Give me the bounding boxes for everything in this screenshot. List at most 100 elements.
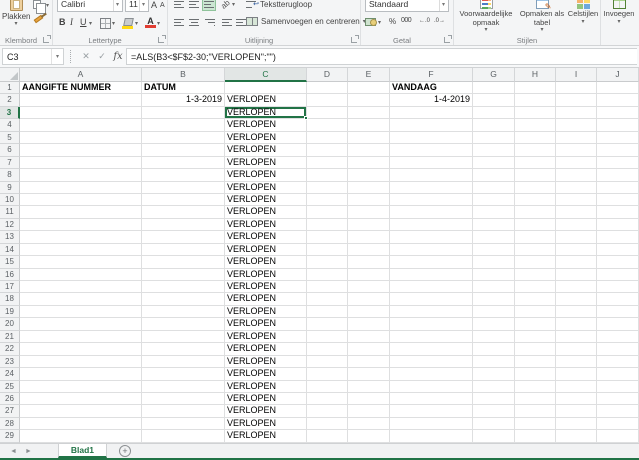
cell-G6[interactable] (473, 144, 515, 156)
cell-B26[interactable] (142, 393, 225, 405)
cell-E24[interactable] (348, 368, 390, 380)
cell-A2[interactable] (20, 94, 142, 106)
column-header-H[interactable]: H (515, 68, 556, 82)
cell-H17[interactable] (515, 281, 556, 293)
cell-I3[interactable] (556, 107, 597, 119)
cell-A7[interactable] (20, 157, 142, 169)
cell-J21[interactable] (597, 331, 639, 343)
cell-F11[interactable] (390, 206, 473, 218)
cell-D29[interactable] (307, 430, 348, 442)
cell-H24[interactable] (515, 368, 556, 380)
cell-A6[interactable] (20, 144, 142, 156)
italic-button[interactable]: I (70, 17, 73, 27)
cell-F14[interactable] (390, 244, 473, 256)
cell-H29[interactable] (515, 430, 556, 442)
wrap-text-button[interactable]: Tekstterugloop (246, 0, 312, 9)
cell-E6[interactable] (348, 144, 390, 156)
cell-C18[interactable]: VERLOPEN (225, 293, 307, 305)
cell-G22[interactable] (473, 343, 515, 355)
row-header-7[interactable]: 7 (0, 157, 20, 169)
font-dialog-launcher-icon[interactable] (158, 37, 164, 43)
row-header-27[interactable]: 27 (0, 405, 20, 417)
cell-D16[interactable] (307, 269, 348, 281)
cell-I12[interactable] (556, 219, 597, 231)
cell-C11[interactable]: VERLOPEN (225, 206, 307, 218)
decrease-indent-button[interactable] (220, 15, 234, 29)
cell-A23[interactable] (20, 356, 142, 368)
cell-E21[interactable] (348, 331, 390, 343)
cell-A21[interactable] (20, 331, 142, 343)
cell-D10[interactable] (307, 194, 348, 206)
row-header-20[interactable]: 20 (0, 318, 20, 330)
row-header-21[interactable]: 21 (0, 331, 20, 343)
cell-H2[interactable] (515, 94, 556, 106)
cell-C8[interactable]: VERLOPEN (225, 169, 307, 181)
cell-C7[interactable]: VERLOPEN (225, 157, 307, 169)
row-header-6[interactable]: 6 (0, 144, 20, 156)
copy-dropdown-arrow[interactable]: ▾ (46, 3, 49, 9)
align-center-button[interactable] (187, 15, 201, 29)
cell-C25[interactable]: VERLOPEN (225, 381, 307, 393)
cell-I25[interactable] (556, 381, 597, 393)
cell-A4[interactable] (20, 119, 142, 131)
cell-A3[interactable] (20, 107, 142, 119)
cell-I29[interactable] (556, 430, 597, 442)
cell-D3[interactable] (307, 107, 348, 119)
cell-I2[interactable] (556, 94, 597, 106)
cell-J6[interactable] (597, 144, 639, 156)
merge-center-button[interactable]: Samenvoegen en centreren ▾ (246, 17, 366, 26)
cell-D4[interactable] (307, 119, 348, 131)
cell-J18[interactable] (597, 293, 639, 305)
cell-F21[interactable] (390, 331, 473, 343)
cell-B20[interactable] (142, 318, 225, 330)
cell-H6[interactable] (515, 144, 556, 156)
cell-J11[interactable] (597, 206, 639, 218)
row-header-9[interactable]: 9 (0, 182, 20, 194)
cell-I15[interactable] (556, 256, 597, 268)
row-header-11[interactable]: 11 (0, 206, 20, 218)
cell-G26[interactable] (473, 393, 515, 405)
row-header-17[interactable]: 17 (0, 281, 20, 293)
row-header-29[interactable]: 29 (0, 430, 20, 442)
cell-D28[interactable] (307, 418, 348, 430)
cell-C9[interactable]: VERLOPEN (225, 182, 307, 194)
cell-G13[interactable] (473, 231, 515, 243)
cell-D8[interactable] (307, 169, 348, 181)
cell-F23[interactable] (390, 356, 473, 368)
cell-H9[interactable] (515, 182, 556, 194)
align-left-button[interactable] (172, 15, 186, 29)
cell-G8[interactable] (473, 169, 515, 181)
cell-C14[interactable]: VERLOPEN (225, 244, 307, 256)
cell-A29[interactable] (20, 430, 142, 442)
cell-E9[interactable] (348, 182, 390, 194)
cell-F6[interactable] (390, 144, 473, 156)
cell-D9[interactable] (307, 182, 348, 194)
cell-G23[interactable] (473, 356, 515, 368)
cell-D2[interactable] (307, 94, 348, 106)
row-header-19[interactable]: 19 (0, 306, 20, 318)
row-header-4[interactable]: 4 (0, 119, 20, 131)
cell-A24[interactable] (20, 368, 142, 380)
cell-H15[interactable] (515, 256, 556, 268)
cell-J20[interactable] (597, 318, 639, 330)
cell-A19[interactable] (20, 306, 142, 318)
cell-B2[interactable]: 1-3-2019 (142, 94, 225, 106)
cell-H27[interactable] (515, 405, 556, 417)
cell-I11[interactable] (556, 206, 597, 218)
accounting-format-button[interactable] (365, 17, 377, 26)
cell-I28[interactable] (556, 418, 597, 430)
column-header-I[interactable]: I (556, 68, 597, 82)
cell-I14[interactable] (556, 244, 597, 256)
cell-A20[interactable] (20, 318, 142, 330)
number-dialog-launcher-icon[interactable] (444, 37, 450, 43)
cell-A9[interactable] (20, 182, 142, 194)
cell-C12[interactable]: VERLOPEN (225, 219, 307, 231)
cell-C5[interactable]: VERLOPEN (225, 132, 307, 144)
cell-C27[interactable]: VERLOPEN (225, 405, 307, 417)
font-name-select[interactable]: Calibri ▾ (57, 0, 123, 12)
cell-F22[interactable] (390, 343, 473, 355)
cell-I4[interactable] (556, 119, 597, 131)
clipboard-dialog-launcher-icon[interactable] (43, 37, 49, 43)
cell-G2[interactable] (473, 94, 515, 106)
cell-J7[interactable] (597, 157, 639, 169)
